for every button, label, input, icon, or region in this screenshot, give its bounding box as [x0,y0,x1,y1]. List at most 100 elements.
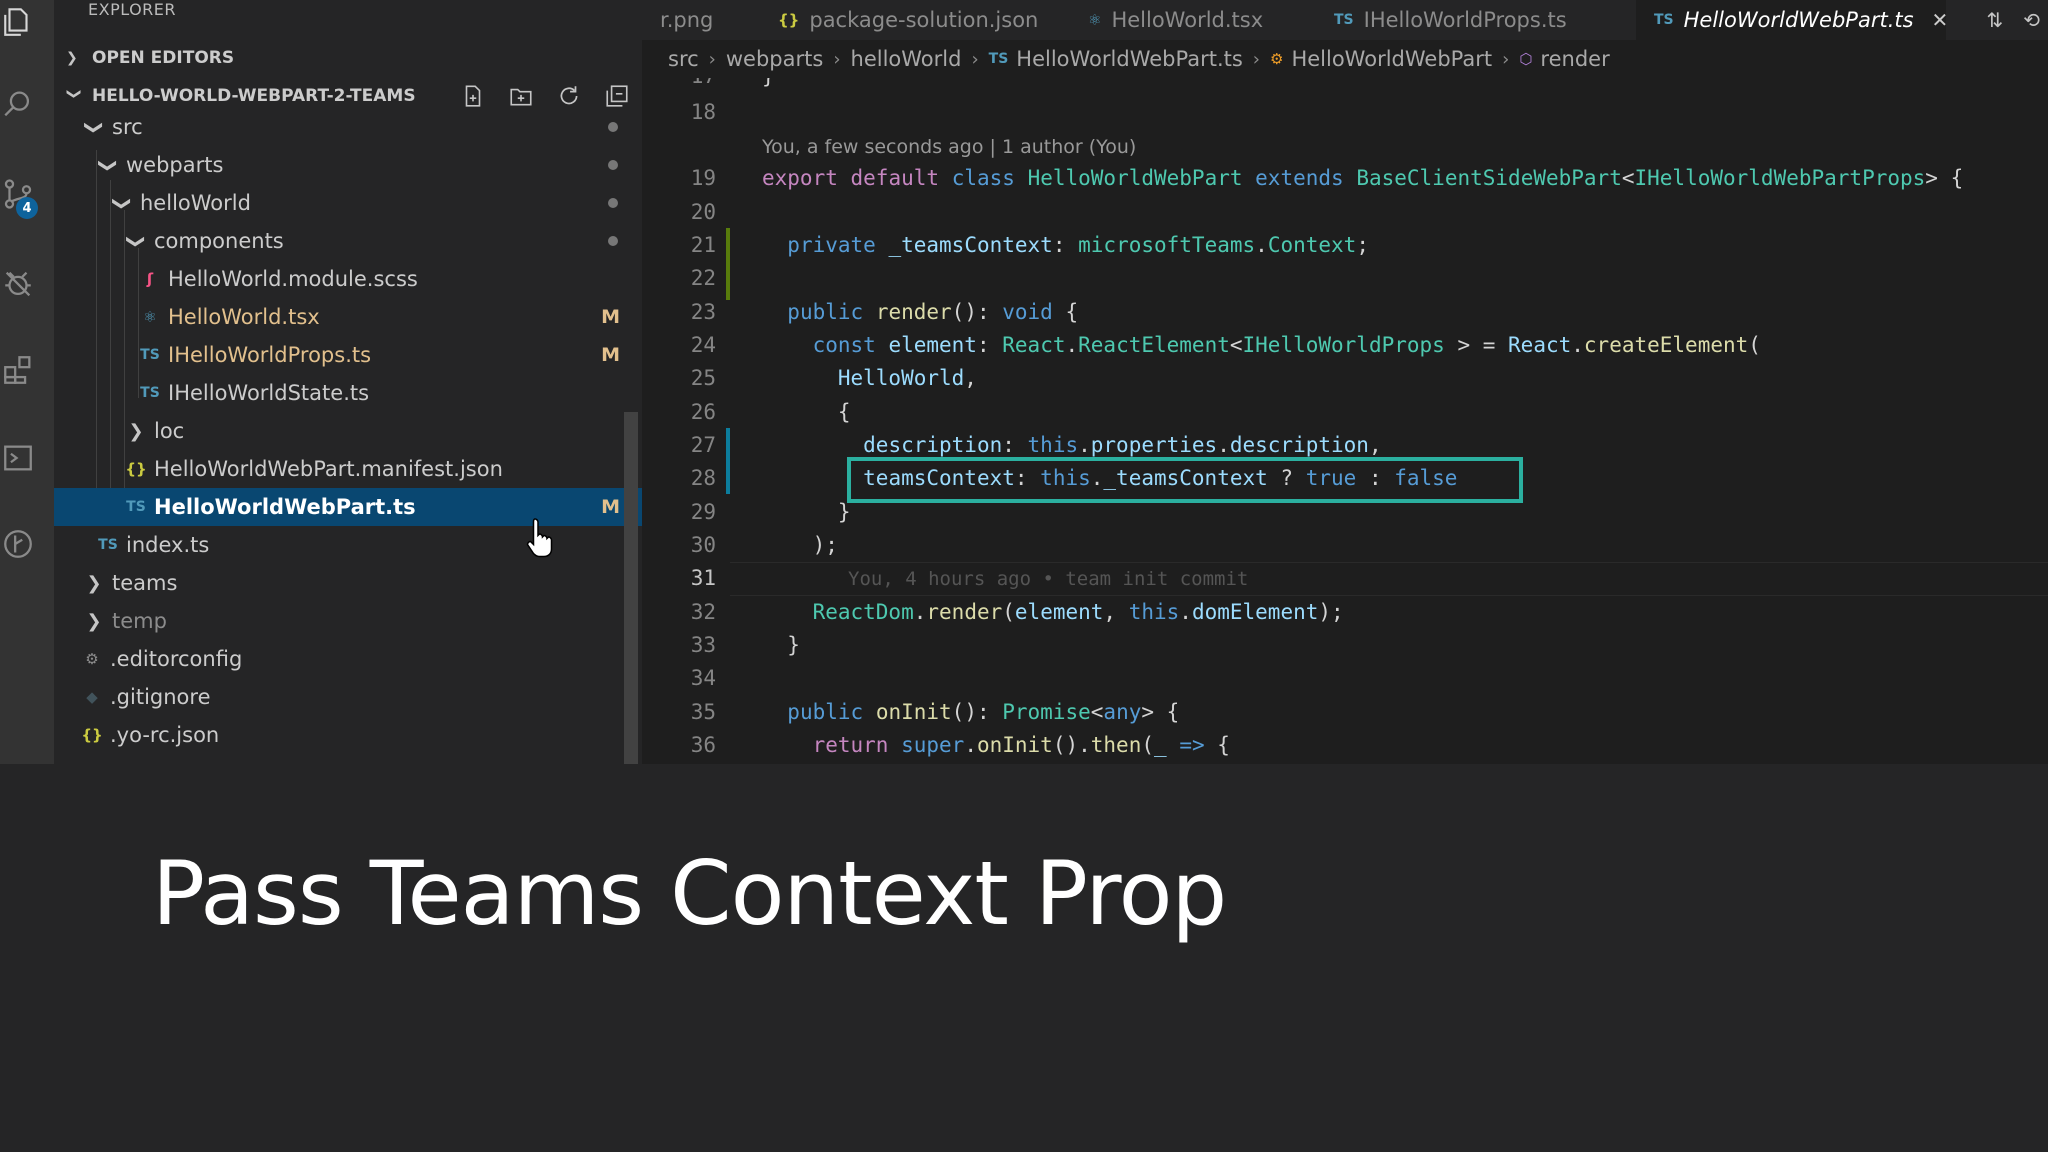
chevron-down-icon: ❯ [66,88,82,100]
breadcrumb-item[interactable]: render [1540,47,1609,71]
tree-item-manifest[interactable]: {} HelloWorldWebPart.manifest.json [54,450,642,488]
typescript-file-icon: TS [988,51,1009,67]
new-folder-icon[interactable] [508,83,534,109]
tree-item-helloworld-tsx[interactable]: ⚛ HelloWorld.tsx M [54,298,642,336]
tree-item-webparts[interactable]: ❯ webparts [54,146,642,184]
chevron-right-icon: › [971,48,979,70]
chevron-right-icon: › [1502,48,1510,70]
breadcrumb-item[interactable]: HelloWorldWebPart.ts [1016,47,1243,71]
tree-item-label: teams [112,571,178,595]
inline-blame: You, 4 hours ago • team init commit [848,568,1249,590]
modified-dot [608,198,618,208]
tree-item-components[interactable]: ❯ components [54,222,642,260]
typescript-file-icon: TS [140,347,160,363]
tab-webpart-ts[interactable]: TS HelloWorldWebPart.ts ✕ [1636,0,1949,40]
chevron-down-icon: ❯ [97,157,119,173]
tree-item-helloworld[interactable]: ❯ helloWorld [54,184,642,222]
tree-item-label: loc [154,419,185,443]
activity-bar: 4 [0,0,54,764]
tree-item-loc[interactable]: ❯ loc [54,412,642,450]
tab-helloworld-tsx[interactable]: ⚛ HelloWorld.tsx [1070,0,1316,40]
codelens-blame[interactable]: You, a few seconds ago | 1 author (You) [762,136,1136,158]
tab-label: HelloWorld.tsx [1111,8,1264,32]
sidebar-scrollbar[interactable] [624,412,638,764]
git-file-icon: ◆ [86,688,98,706]
collapse-all-icon[interactable] [604,83,630,109]
method-icon: ⬡ [1519,50,1533,68]
explorer-icon[interactable] [0,4,36,40]
refresh-icon[interactable] [556,83,582,109]
breadcrumb-item[interactable]: src [668,47,699,71]
tree-item-label: webparts [126,153,224,177]
tab-png[interactable]: r.png [642,0,760,40]
tree-item-label: index.ts [126,533,210,557]
breadcrumb-item[interactable]: helloWorld [851,47,962,71]
chevron-right-icon: › [1252,48,1260,70]
line-number: 17 [642,78,716,88]
code-line: } [837,500,851,524]
tree-item-label: components [154,229,284,253]
tree-item-teams[interactable]: ❯ teams [54,564,642,602]
code-line: public onInit(): Promise<any> { [787,700,1180,724]
code-line: { [837,400,851,424]
tree-item-label: .yo-rc.json [110,723,220,747]
tab-label: HelloWorldWebPart.ts [1683,8,1914,32]
tree-item-yorc[interactable]: {} .yo-rc.json [54,716,642,754]
git-modified-marker [726,428,730,494]
json-file-icon: {} [778,11,800,29]
highlight-box [847,457,1523,503]
tab-package-solution[interactable]: {} package-solution.json [760,0,1070,40]
tab-props[interactable]: TS IHelloWorldProps.ts [1316,0,1616,40]
editor-tabs: r.png {} package-solution.json ⚛ HelloWo… [642,0,2048,40]
code-line: return super.onInit().then(_ => { [812,733,1230,757]
new-file-icon[interactable] [460,83,486,109]
line-number: 25 [690,366,716,390]
tree-item-gitignore[interactable]: ◆ .gitignore [54,678,642,716]
line-number: 20 [690,200,716,224]
line-number: 36 [690,733,716,757]
tree-item-label: .editorconfig [110,647,243,671]
tree-item-editorconfig[interactable]: ⚙ .editorconfig [54,640,642,678]
line-number: 18 [690,100,716,124]
compare-icon[interactable]: ⇅ [1986,8,2003,32]
line-number: 21 [690,233,716,257]
line-number: 29 [690,500,716,524]
tree-item-scss[interactable]: ʃ HelloWorld.module.scss [54,260,642,298]
tab-label: r.png [660,8,714,32]
breadcrumb-item[interactable]: webparts [726,47,823,71]
tree-item-label: .gitignore [110,685,211,709]
chevron-right-icon: › [833,48,841,70]
code-line: ); [812,533,838,557]
tree-item-temp[interactable]: ❯ temp [54,602,642,640]
search-icon[interactable] [0,86,36,122]
line-number: 28 [690,466,716,490]
chevron-right-icon: ❯ [128,420,144,442]
line-number: 19 [690,166,716,190]
chevron-right-icon: › [708,48,716,70]
tree-item-state[interactable]: TS IHelloWorldState.ts [54,374,642,412]
caption-title: Pass Teams Context Prop [152,842,1227,945]
tree-item-src[interactable]: ❯ src [54,108,642,146]
git-modified-badge: M [601,344,620,366]
tab-label: package-solution.json [809,8,1039,32]
extensions-icon[interactable] [0,352,36,388]
back-icon[interactable]: ⟲ [2023,8,2040,32]
sass-file-icon: ʃ [146,270,154,288]
breadcrumb-item[interactable]: HelloWorldWebPart [1291,47,1492,71]
tree-item-props[interactable]: TS IHelloWorldProps.ts M [54,336,642,374]
modified-dot [608,236,618,246]
react-file-icon: ⚛ [1088,11,1102,29]
debug-icon[interactable] [0,266,36,302]
code-line: const element: React.ReactElement<IHello… [812,333,1761,357]
class-icon: ⚙ [1270,50,1284,68]
terminal-icon[interactable] [0,440,36,476]
typescript-file-icon: TS [1334,12,1354,28]
open-editors-section[interactable]: ❯ OPEN EDITORS [54,40,642,76]
code-editor[interactable]: 17 18 19 20 21 22 23 24 25 26 27 28 29 3… [642,78,2048,764]
code-line: } [787,633,800,657]
hand-cursor-icon [526,516,556,562]
git-history-icon[interactable] [0,526,36,562]
close-icon[interactable]: ✕ [1932,8,1949,32]
git-modified-badge: M [601,306,620,328]
chevron-right-icon: ❯ [66,50,78,66]
